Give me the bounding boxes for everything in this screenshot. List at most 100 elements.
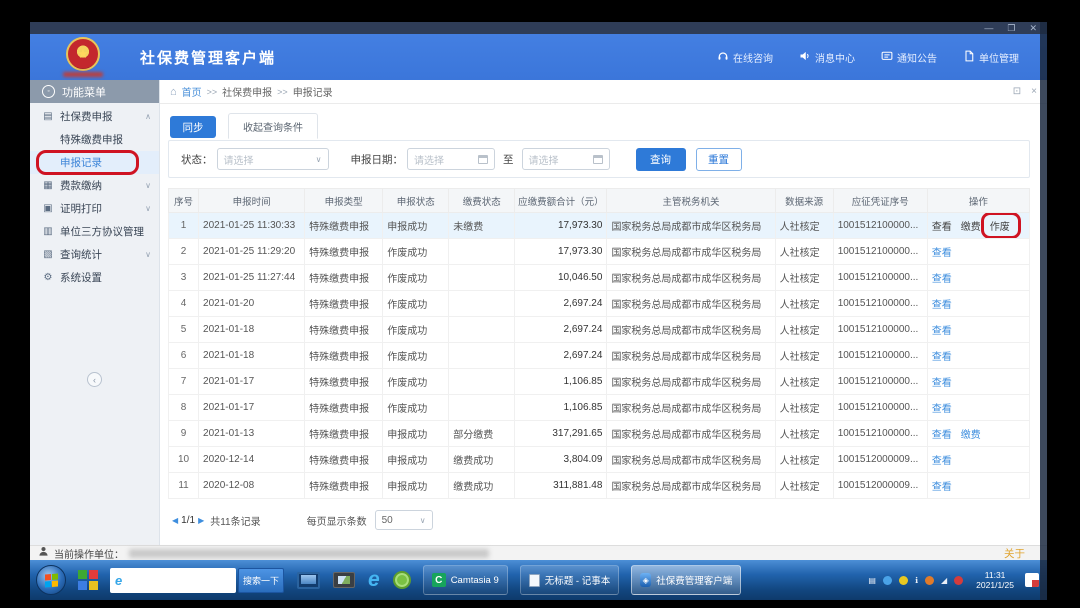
- taskbar-search-input[interactable]: [126, 575, 210, 585]
- maximize-button[interactable]: ❐: [1007, 23, 1015, 33]
- table-cell: 特殊缴费申报: [305, 291, 383, 317]
- network-signal-icon[interactable]: ◢: [941, 576, 947, 585]
- op-view-link[interactable]: 查看: [932, 348, 952, 363]
- op-view-link[interactable]: 查看: [932, 426, 952, 441]
- tray-alert-icon[interactable]: [954, 576, 963, 585]
- taskbar-window-notepad[interactable]: 无标题 - 记事本: [520, 565, 619, 595]
- op-view-link[interactable]: 查看: [932, 322, 952, 337]
- tray-shield-icon[interactable]: [883, 576, 892, 585]
- table-row[interactable]: 102020-12-14特殊缴费申报申报成功缴费成功3,804.09国家税务总局…: [169, 447, 1030, 473]
- table-row[interactable]: 92021-01-13特殊缴费申报申报成功部分缴费317,291.65国家税务总…: [169, 421, 1030, 447]
- table-header-cell: 数据来源: [775, 189, 833, 213]
- table-cell: 9: [169, 421, 199, 447]
- collapse-query-tab[interactable]: 收起查询条件: [228, 113, 318, 139]
- table-cell: 10: [169, 447, 199, 473]
- tray-keyboard-icon[interactable]: ▤: [868, 576, 876, 585]
- date-from-input[interactable]: 请选择: [407, 148, 495, 170]
- table-cell: 缴费成功: [449, 473, 515, 499]
- about-link[interactable]: 关于: [1004, 546, 1025, 561]
- taskbar-search-box[interactable]: e: [110, 568, 236, 593]
- payment-icon: ▦: [42, 180, 54, 191]
- op-view-link[interactable]: 查看: [932, 296, 952, 311]
- table-row[interactable]: 62021-01-18特殊缴费申报作废成功2,697.24国家税务总局成都市成华…: [169, 343, 1030, 369]
- table-row[interactable]: 22021-01-25 11:29:20特殊缴费申报作废成功17,973.30国…: [169, 239, 1030, 265]
- table-row[interactable]: 42021-01-20特殊缴费申报作废成功2,697.24国家税务总局成都市成华…: [169, 291, 1030, 317]
- table-row[interactable]: 112020-12-08特殊缴费申报申报成功缴费成功311,881.48国家税务…: [169, 473, 1030, 499]
- declare-icon: ▤: [42, 111, 54, 122]
- sidebar-item-xitong-shezhi[interactable]: ⚙ 系统设置: [30, 266, 159, 289]
- op-view-link[interactable]: 查看: [932, 400, 952, 415]
- op-view-link[interactable]: 查看: [932, 478, 952, 493]
- screenshot-tool-icon[interactable]: [333, 572, 355, 588]
- table-row[interactable]: 82021-01-17特殊缴费申报作废成功1,106.85国家税务总局成都市成华…: [169, 395, 1030, 421]
- table-cell: 特殊缴费申报: [305, 421, 383, 447]
- pagination: ◀ 1/1 ▶ 共11条记录 每页显示条数 50 ∨: [172, 510, 433, 530]
- table-row[interactable]: 32021-01-25 11:27:44特殊缴费申报作废成功10,046.50国…: [169, 265, 1030, 291]
- breadcrumb-level1[interactable]: 社保费申报: [222, 84, 272, 99]
- op-view-link[interactable]: 查看: [932, 218, 952, 233]
- taskbar-window-camtasia[interactable]: C Camtasia 9: [423, 565, 508, 595]
- close-button[interactable]: ✕: [1029, 23, 1037, 33]
- table-row[interactable]: 72021-01-17特殊缴费申报作废成功1,106.85国家税务总局成都市成华…: [169, 369, 1030, 395]
- sidebar-item-label: 单位三方协议管理: [60, 224, 144, 239]
- tray-status-icon[interactable]: [899, 576, 908, 585]
- online-consult-link[interactable]: 在线咨询: [717, 50, 773, 65]
- menu-icon: ◦: [42, 85, 55, 98]
- chevron-down-icon: ∨: [420, 516, 426, 525]
- tray-info-icon[interactable]: ℹ: [915, 576, 918, 585]
- sidebar-item-shenbao-jilu[interactable]: 申报记录: [30, 151, 159, 174]
- tray-app-icon[interactable]: [925, 576, 934, 585]
- emblem-icon: ★: [66, 37, 100, 71]
- table-row[interactable]: 52021-01-18特殊缴费申报作废成功2,697.24国家税务总局成都市成华…: [169, 317, 1030, 343]
- taskbar-window-client[interactable]: ◈ 社保费管理客户端: [631, 565, 741, 595]
- show-desktop-icon[interactable]: [297, 572, 320, 589]
- breadcrumb-home[interactable]: 首页: [182, 84, 202, 99]
- panel-options-icon[interactable]: ⊡: [1013, 86, 1021, 97]
- message-center-label: 消息中心: [815, 50, 855, 65]
- date-to-input[interactable]: 请选择: [522, 148, 610, 170]
- prev-page-button[interactable]: ◀: [172, 516, 178, 525]
- taskbar-search-button[interactable]: 搜索一下: [238, 568, 284, 593]
- sidebar-item-sanfang-xieyi[interactable]: ▥ 单位三方协议管理: [30, 220, 159, 243]
- per-page-select[interactable]: 50 ∨: [375, 510, 433, 530]
- internet-explorer-icon[interactable]: e: [368, 570, 380, 590]
- sidebar-collapse-button[interactable]: ‹: [87, 372, 102, 387]
- sidebar-item-chaxun-tongji[interactable]: ▧ 查询统计 ∨: [30, 243, 159, 266]
- sidebar-title: 功能菜单: [62, 84, 106, 100]
- table-cell: 2,697.24: [515, 317, 607, 343]
- next-page-button[interactable]: ▶: [198, 516, 204, 525]
- sidebar-item-zhengming-dayin[interactable]: ▣ 证明打印 ∨: [30, 197, 159, 220]
- sync-button[interactable]: 同步: [170, 116, 216, 138]
- input-language-icon[interactable]: [1025, 573, 1039, 587]
- op-pay-link[interactable]: 缴费: [961, 426, 981, 441]
- sidebar-item-shebaofei-shenbao[interactable]: ▤ 社保费申报 ∧: [30, 105, 159, 128]
- reset-button[interactable]: 重置: [696, 148, 742, 171]
- sidebar-item-teshu-jiaofei[interactable]: 特殊缴费申报: [30, 128, 159, 151]
- op-view-link[interactable]: 查看: [932, 270, 952, 285]
- sidebar-item-feikuan-jiaona[interactable]: ▦ 费款缴纳 ∨: [30, 174, 159, 197]
- table-row[interactable]: 12021-01-25 11:30:33特殊缴费申报申报成功未缴费17,973.…: [169, 213, 1030, 239]
- taskbar-clock[interactable]: 11:31 2021/1/25: [976, 570, 1014, 590]
- current-unit-label: 当前操作单位：: [54, 546, 124, 561]
- table-cell: 1001512100000...: [833, 239, 927, 265]
- minimize-button[interactable]: —: [984, 23, 993, 33]
- notice-link[interactable]: 通知公告: [881, 50, 937, 65]
- op-void-link[interactable]: 作废: [990, 218, 1010, 233]
- op-view-link[interactable]: 查看: [932, 244, 952, 259]
- table-cell: 特殊缴费申报: [305, 447, 383, 473]
- panel-close-icon[interactable]: ×: [1031, 86, 1037, 97]
- status-select[interactable]: 请选择 ∨: [217, 148, 329, 170]
- launcher-icon[interactable]: [78, 570, 98, 590]
- antivirus-icon[interactable]: [393, 571, 411, 589]
- op-view-link[interactable]: 查看: [932, 374, 952, 389]
- op-view-link[interactable]: 查看: [932, 452, 952, 467]
- message-center-link[interactable]: 消息中心: [799, 50, 855, 65]
- notice-label: 通知公告: [897, 50, 937, 65]
- query-button[interactable]: 查询: [636, 148, 686, 171]
- unit-manage-link[interactable]: 单位管理: [963, 50, 1019, 65]
- sidebar-item-label: 费款缴纳: [60, 178, 102, 193]
- bulletin-icon: [881, 50, 893, 65]
- row-operations: 查看缴费作废: [927, 213, 1029, 239]
- op-pay-link[interactable]: 缴费: [961, 218, 981, 233]
- start-button[interactable]: [36, 565, 66, 595]
